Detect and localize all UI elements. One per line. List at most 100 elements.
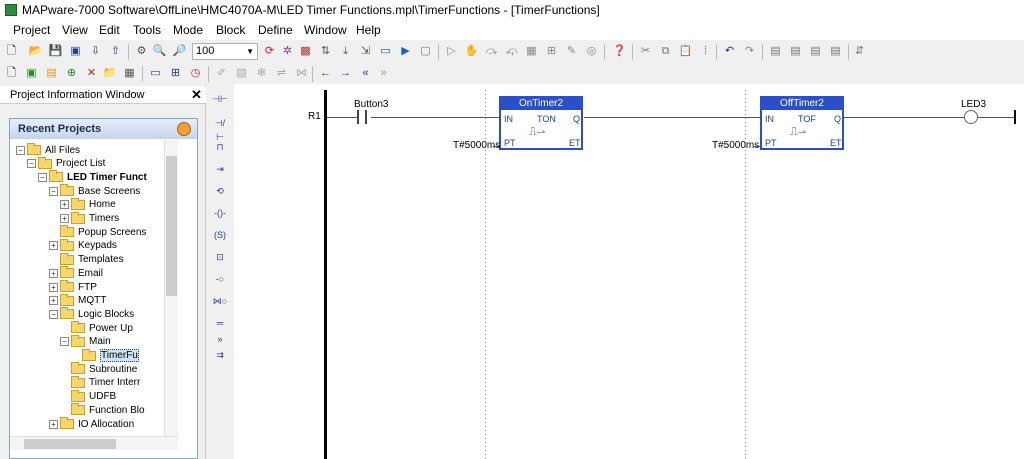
simulate-icon[interactable]: ▩ [298,44,313,59]
expand-icon[interactable]: + [49,296,58,306]
horizontal-line-icon[interactable]: ═ [212,316,228,330]
tree-item[interactable]: − Main [60,334,111,349]
collapse-tree-icon[interactable]: − [16,145,25,155]
zoom-in-icon[interactable]: 🔍 [152,44,167,59]
paste-icon[interactable]: 📋 [678,44,693,59]
tree-item[interactable]: + FTP [49,280,97,294]
align-right-icon[interactable]: ▤ [808,44,823,59]
tree-item[interactable]: Timer Interr [60,375,140,390]
tree-item[interactable]: TimerFu [71,348,139,363]
recent-projects-header[interactable]: Recent Projects [10,119,197,139]
function-block-ontimer[interactable]: OnTimer2 IN TON Q PT ET ⎍⇀ [499,96,583,150]
stop-icon[interactable]: ▢ [418,44,433,59]
tree-item[interactable]: − Base Screens [49,184,140,198]
align-left-icon[interactable]: ▤ [768,44,783,59]
function-block-icon[interactable]: ⊡ [212,250,228,264]
undo-icon[interactable]: ↶ [722,44,737,59]
project-settings-icon[interactable]: ⚙ [134,44,149,59]
distribute-icon[interactable]: ⇵ [852,44,867,59]
monitor-icon[interactable]: ▭ [378,44,393,59]
link-icon[interactable]: ⇌ [274,66,289,81]
new-page-icon[interactable]: 🗋 [4,66,19,81]
bitmap-icon[interactable]: ▧ [234,66,249,81]
first-icon[interactable]: « [358,66,373,81]
menu-window[interactable]: Window [304,23,347,37]
cut-icon[interactable]: ✂ [638,44,653,59]
tree-item[interactable]: Function Blo [60,403,145,417]
return-icon[interactable]: ⇉ [212,348,228,362]
copy-icon[interactable]: ⧉ [658,44,673,59]
tree-item[interactable]: + Keypads [49,238,117,253]
expand-icon[interactable]: + [49,419,58,429]
zoom-out-icon[interactable]: 🔎 [172,44,187,59]
reset-icon[interactable]: ⋈○ [212,294,228,308]
align-center-icon[interactable]: ▤ [788,44,803,59]
hand-icon[interactable]: ✋ [464,44,479,59]
function-block-offtimer[interactable]: OffTimer2 IN TOF Q PT ET ⎍⇀ [760,96,844,150]
menu-block[interactable]: Block [216,23,245,37]
tree-item[interactable]: Templates [49,252,124,267]
folder-icon[interactable]: 📁 [102,66,117,81]
horizontal-scrollbar[interactable] [10,436,178,450]
vertical-scrollbar[interactable] [164,140,178,436]
set-coil-icon[interactable]: (S) [212,228,228,242]
breakpoint-icon[interactable]: ▦ [524,44,539,59]
compile-icon[interactable]: ⟳ [262,44,277,59]
ladder-editor[interactable]: R1 Button3 LED3 OnTimer2 IN TON Q PT ET … [234,84,1024,459]
collapse-tree-icon[interactable]: − [38,172,47,182]
delete-icon[interactable]: ✕ [84,66,99,81]
prev-icon[interactable]: ← [318,66,333,81]
import-icon[interactable]: ⤓ [338,44,353,59]
open-folder-icon[interactable]: 📂 [28,44,43,59]
menu-mode[interactable]: Mode [173,23,203,37]
menu-define[interactable]: Define [258,23,293,37]
tree-item[interactable]: − Project List [27,156,105,171]
new-file-icon[interactable]: 🗋 [4,44,19,59]
coil-led3[interactable] [964,110,978,124]
tool-icon[interactable]: ✎ [564,44,579,59]
align-top-icon[interactable]: ▤ [828,44,843,59]
table-icon[interactable]: ⊞ [168,66,183,81]
zoom-select[interactable]: 100 ▼ [192,43,258,60]
wire-icon[interactable]: ⇥ [212,162,228,176]
collapse-icon[interactable] [177,122,191,136]
tree-item[interactable]: + Home [60,197,116,212]
merge-icon[interactable]: ⋈ [294,66,309,81]
next-icon[interactable]: → [338,66,353,81]
display-icon[interactable]: ▭ [148,66,163,81]
nc-contact-icon[interactable]: ⊣/⊢ [212,116,228,142]
tree-item[interactable]: − Logic Blocks [49,307,134,321]
expand-icon[interactable]: + [49,282,58,292]
upload-icon[interactable]: ⇧ [108,44,123,59]
tree-item[interactable]: Popup Screens [49,225,146,239]
contact-button3[interactable] [357,110,367,124]
run-icon[interactable]: ▶ [398,44,413,59]
collapse-tree-icon[interactable]: − [60,337,69,347]
download-icon[interactable]: ⇩ [88,44,103,59]
collapse-tree-icon[interactable]: − [49,309,58,319]
output-icon[interactable]: -○ [212,272,228,286]
export-icon[interactable]: ⇲ [358,44,373,59]
tree-item[interactable]: − All Files [16,143,80,157]
watch-icon[interactable]: ⤽ [504,44,519,59]
tree-item[interactable]: Subroutine [60,362,137,376]
tree-item[interactable]: + Email [49,266,103,280]
add-screen-icon[interactable]: ▣ [24,66,39,81]
save-icon[interactable]: 💾 [48,44,63,59]
target-icon[interactable]: ◎ [584,44,599,59]
help-icon[interactable]: ❓ [612,44,627,59]
expand-icon[interactable]: + [60,214,69,223]
menu-help[interactable]: Help [356,23,381,37]
branch-icon[interactable]: ⊓ [212,140,228,154]
collapse-tree-icon[interactable]: − [49,186,58,196]
save-all-icon[interactable]: ▣ [68,44,83,59]
pointer-icon[interactable]: ▷ [444,44,459,59]
expand-icon[interactable]: + [60,200,69,210]
coil-icon[interactable]: -()- [212,206,228,220]
tree-item[interactable]: + Timers [60,211,119,226]
object-icon[interactable]: ✻ [254,66,269,81]
add-popup-icon[interactable]: ▤ [44,66,59,81]
last-icon[interactable]: » [376,66,391,81]
menu-project[interactable]: Project [13,23,50,37]
redo-icon[interactable]: ↷ [742,44,757,59]
